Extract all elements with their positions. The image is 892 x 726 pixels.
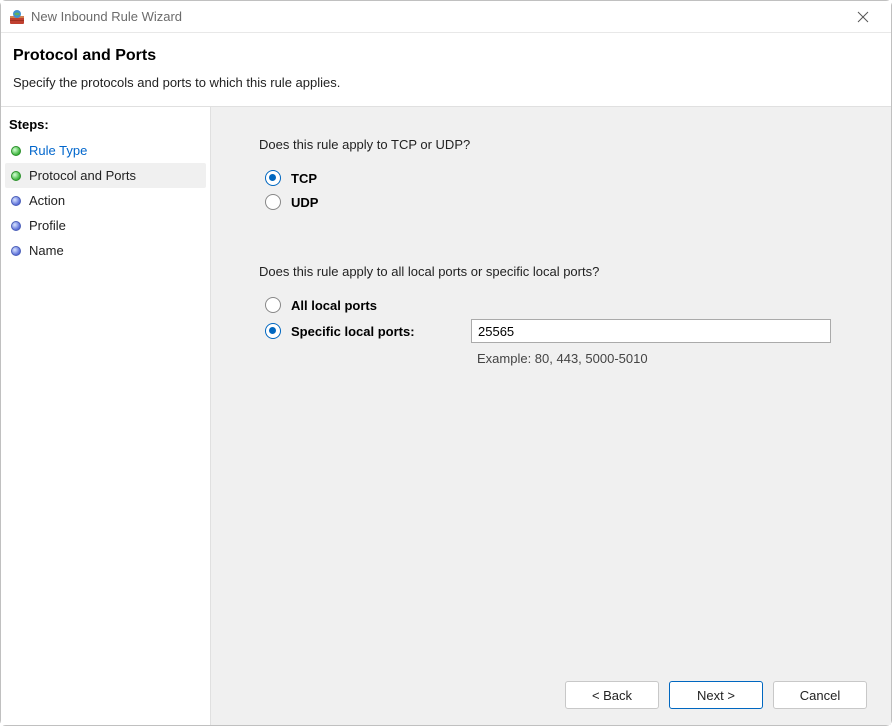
radio-tcp[interactable] [265, 170, 281, 186]
firewall-icon [9, 9, 25, 25]
page-subtitle: Specify the protocols and ports to which… [13, 75, 879, 90]
step-bullet-icon [11, 196, 21, 206]
step-label: Name [29, 243, 64, 258]
cancel-button[interactable]: Cancel [773, 681, 867, 709]
step-profile[interactable]: Profile [5, 213, 206, 238]
radio-all-ports[interactable] [265, 297, 281, 313]
step-label: Profile [29, 218, 66, 233]
wizard-footer: < Back Next > Cancel [565, 681, 867, 709]
step-label: Action [29, 193, 65, 208]
radio-specific-ports-row[interactable]: Specific local ports: [259, 319, 851, 343]
step-label: Protocol and Ports [29, 168, 136, 183]
step-name[interactable]: Name [5, 238, 206, 263]
wizard-header: Protocol and Ports Specify the protocols… [1, 33, 891, 107]
steps-heading: Steps: [5, 113, 206, 138]
radio-all-ports-label: All local ports [291, 298, 471, 313]
radio-udp-label: UDP [291, 195, 318, 210]
step-action[interactable]: Action [5, 188, 206, 213]
step-bullet-icon [11, 146, 21, 156]
step-bullet-icon [11, 171, 21, 181]
step-rule-type[interactable]: Rule Type [5, 138, 206, 163]
page-title: Protocol and Ports [13, 47, 879, 65]
step-protocol-and-ports[interactable]: Protocol and Ports [5, 163, 206, 188]
step-bullet-icon [11, 221, 21, 231]
steps-sidebar: Steps: Rule Type Protocol and Ports Acti… [1, 107, 211, 725]
radio-tcp-row[interactable]: TCP [259, 170, 851, 186]
step-bullet-icon [11, 246, 21, 256]
back-button[interactable]: < Back [565, 681, 659, 709]
step-label: Rule Type [29, 143, 87, 158]
close-button[interactable] [843, 3, 883, 31]
ports-example: Example: 80, 443, 5000-5010 [477, 351, 851, 366]
radio-udp-row[interactable]: UDP [259, 194, 851, 210]
radio-specific-ports[interactable] [265, 323, 281, 339]
wizard-window: New Inbound Rule Wizard Protocol and Por… [0, 0, 892, 726]
wizard-body: Steps: Rule Type Protocol and Ports Acti… [1, 107, 891, 725]
protocol-question: Does this rule apply to TCP or UDP? [259, 137, 851, 152]
titlebar: New Inbound Rule Wizard [1, 1, 891, 33]
radio-all-ports-row[interactable]: All local ports [259, 297, 851, 313]
next-button[interactable]: Next > [669, 681, 763, 709]
radio-udp[interactable] [265, 194, 281, 210]
window-title: New Inbound Rule Wizard [31, 9, 843, 24]
ports-question: Does this rule apply to all local ports … [259, 264, 851, 279]
specific-ports-input[interactable] [471, 319, 831, 343]
radio-tcp-label: TCP [291, 171, 317, 186]
wizard-content: Does this rule apply to TCP or UDP? TCP … [211, 107, 891, 725]
radio-specific-ports-label: Specific local ports: [291, 324, 471, 339]
